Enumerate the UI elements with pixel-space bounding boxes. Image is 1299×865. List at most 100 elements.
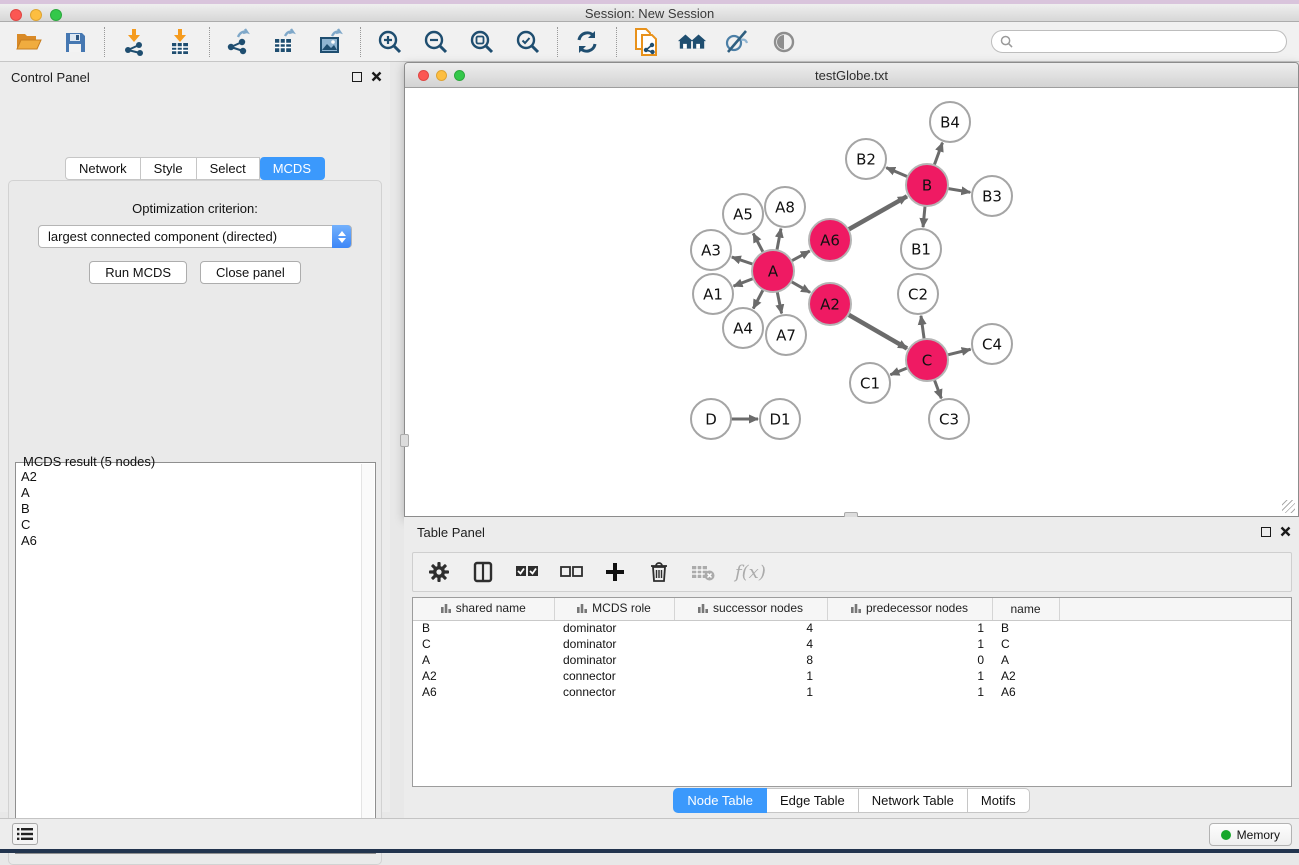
criterion-dropdown[interactable]: largest connected component (directed): [38, 225, 352, 248]
graph-edge[interactable]: [732, 257, 753, 264]
tab-node-table[interactable]: Node Table: [673, 788, 767, 813]
tab-motifs[interactable]: Motifs: [968, 788, 1030, 813]
graph-edge[interactable]: [791, 251, 809, 261]
add-column-icon[interactable]: [603, 560, 627, 584]
graph-node-C4[interactable]: C4: [972, 324, 1012, 364]
graph-node-A5[interactable]: A5: [723, 194, 763, 234]
table-row[interactable]: Bdominator41B: [413, 620, 1291, 636]
graph-node-C3[interactable]: C3: [929, 399, 969, 439]
search-input[interactable]: [1018, 35, 1278, 49]
graph-edge[interactable]: [777, 229, 781, 251]
graph-node-B3[interactable]: B3: [972, 176, 1012, 216]
graph-edge[interactable]: [734, 279, 754, 287]
network-canvas[interactable]: B4B2BB3A8A5A6A3B1AA1C2A2A4A7C4CC1DD1C3: [406, 89, 1297, 515]
result-scrollbar[interactable]: [361, 464, 374, 852]
result-item[interactable]: A2: [18, 469, 359, 485]
table-row[interactable]: Adominator80A: [413, 652, 1291, 668]
split-columns-icon[interactable]: [471, 560, 495, 584]
graph-node-A6[interactable]: A6: [809, 219, 851, 261]
tab-select[interactable]: Select: [197, 157, 260, 180]
close-table-panel-icon[interactable]: [1280, 526, 1291, 537]
table-row[interactable]: A6connector11A6: [413, 684, 1291, 700]
vertical-scroll-nub[interactable]: [400, 434, 409, 447]
table-row[interactable]: Cdominator41C: [413, 636, 1291, 652]
tab-edge-table[interactable]: Edge Table: [767, 788, 859, 813]
graph-node-A7[interactable]: A7: [766, 315, 806, 355]
zoom-selected-icon[interactable]: [513, 27, 543, 57]
graph-edge[interactable]: [934, 380, 941, 399]
graph-edge[interactable]: [947, 349, 970, 355]
graph-node-D[interactable]: D: [691, 399, 731, 439]
trash-icon[interactable]: [647, 560, 671, 584]
col-successor-nodes[interactable]: successor nodes: [674, 598, 827, 620]
network-window-titlebar[interactable]: testGlobe.txt: [405, 63, 1298, 88]
tab-style[interactable]: Style: [141, 157, 197, 180]
graph-edge[interactable]: [777, 292, 781, 314]
open-session-icon[interactable]: [14, 27, 44, 57]
memory-button[interactable]: Memory: [1209, 823, 1292, 846]
graph-edge[interactable]: [848, 314, 907, 348]
graph-node-C2[interactable]: C2: [898, 274, 938, 314]
search-box[interactable]: [991, 30, 1287, 53]
graph-node-C[interactable]: C: [906, 339, 948, 381]
run-mcds-button[interactable]: Run MCDS: [89, 261, 187, 284]
tab-mcds[interactable]: MCDS: [260, 157, 325, 180]
result-item[interactable]: A6: [18, 533, 359, 549]
zoom-fit-icon[interactable]: [467, 27, 497, 57]
graph-node-B[interactable]: B: [906, 164, 948, 206]
graph-edge[interactable]: [948, 189, 971, 193]
close-panel-icon[interactable]: [371, 71, 382, 82]
home-icon[interactable]: [677, 27, 707, 57]
col-predecessor-nodes[interactable]: predecessor nodes: [827, 598, 992, 620]
graph-node-B2[interactable]: B2: [846, 139, 886, 179]
zoom-in-icon[interactable]: [375, 27, 405, 57]
function-icon[interactable]: f(x): [735, 562, 766, 583]
float-table-panel-icon[interactable]: [1261, 527, 1271, 537]
export-network-icon[interactable]: [224, 27, 254, 57]
import-table-icon[interactable]: [165, 27, 195, 57]
table-header-row[interactable]: shared name MCDS role successor nodes pr…: [413, 598, 1291, 620]
float-panel-icon[interactable]: [352, 72, 362, 82]
zoom-out-icon[interactable]: [421, 27, 451, 57]
graph-node-A2[interactable]: A2: [809, 283, 851, 325]
graph-node-A4[interactable]: A4: [723, 308, 763, 348]
table-row[interactable]: A2connector11A2: [413, 668, 1291, 684]
graph-edge[interactable]: [934, 143, 942, 166]
tab-network[interactable]: Network: [65, 157, 141, 180]
save-session-icon[interactable]: [60, 27, 90, 57]
col-name[interactable]: name: [992, 598, 1059, 620]
graph-node-B4[interactable]: B4: [930, 102, 970, 142]
col-mcds-role[interactable]: MCDS role: [554, 598, 674, 620]
graph-edge[interactable]: [753, 233, 763, 252]
graph-edge[interactable]: [923, 206, 925, 227]
task-history-button[interactable]: [12, 823, 38, 845]
select-all-icon[interactable]: [515, 560, 539, 584]
graph-edge[interactable]: [753, 290, 763, 309]
clone-network-icon[interactable]: [631, 27, 661, 57]
graph-edge[interactable]: [791, 282, 810, 293]
export-table-icon[interactable]: [270, 27, 300, 57]
graph-node-D1[interactable]: D1: [760, 399, 800, 439]
graph-node-B1[interactable]: B1: [901, 229, 941, 269]
export-image-icon[interactable]: [316, 27, 346, 57]
graph-node-A[interactable]: A: [752, 250, 794, 292]
hide-glasses-icon[interactable]: [723, 27, 753, 57]
graph-edge[interactable]: [921, 316, 924, 339]
graph-node-A1[interactable]: A1: [693, 274, 733, 314]
graph-edge[interactable]: [890, 368, 907, 375]
col-shared-name[interactable]: shared name: [413, 598, 554, 620]
import-network-icon[interactable]: [119, 27, 149, 57]
resize-grip[interactable]: [1282, 500, 1295, 513]
graph-node-C1[interactable]: C1: [850, 363, 890, 403]
deselect-all-icon[interactable]: [559, 560, 583, 584]
graph-node-A8[interactable]: A8: [765, 187, 805, 227]
graph-edge[interactable]: [848, 196, 907, 229]
refresh-icon[interactable]: [572, 27, 602, 57]
result-item[interactable]: A: [18, 485, 359, 501]
gear-icon[interactable]: [427, 560, 451, 584]
delete-table-icon[interactable]: [691, 560, 715, 584]
result-item[interactable]: C: [18, 517, 359, 533]
result-item[interactable]: B: [18, 501, 359, 517]
tab-network-table[interactable]: Network Table: [859, 788, 968, 813]
close-panel-button[interactable]: Close panel: [200, 261, 301, 284]
